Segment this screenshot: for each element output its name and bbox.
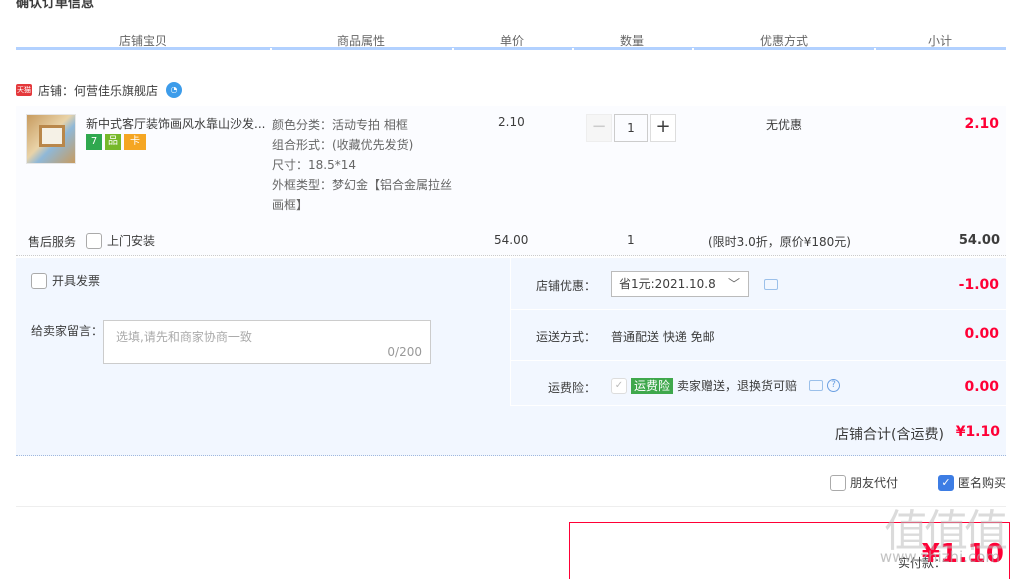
install-label: 上门安装 — [107, 234, 156, 248]
chevron-down-icon: ﹀ — [727, 277, 740, 291]
col-qty: 数量 — [619, 34, 644, 48]
service-price: 54.00 — [494, 233, 529, 247]
col-price: 单价 — [499, 34, 524, 48]
product-attributes: 颜色分类：活动专拍 相框 组合形式：(收藏优先发货) 尺寸：18.5*14 外框… — [272, 115, 458, 215]
message-char-count: 0/200 — [387, 345, 422, 359]
attr-frame-cont: 画框】 — [272, 198, 309, 212]
tmall-icon: 天猫 — [16, 84, 32, 96]
message-placeholder: 选填,请先和商家协商一致 — [116, 330, 252, 344]
seven-day-return-icon: 7 — [86, 134, 102, 150]
table-header: 店铺宝贝 商品属性 单价 数量 优惠方式 小计 — [16, 28, 1006, 51]
shipping-amount: 0.00 — [964, 326, 999, 342]
help-icon[interactable]: ? — [827, 379, 841, 392]
insurance-option: ✓ 运费险 卖家赠送，退换货可赔 ? — [611, 377, 841, 394]
anonymous-label: 匿名购买 — [958, 476, 1007, 490]
shop-discount-label: 店铺优惠： — [536, 279, 597, 293]
insurance-label: 运费险： — [548, 381, 597, 395]
service-qty: 1 — [627, 233, 635, 247]
qty-plus-button[interactable]: + — [650, 114, 676, 142]
attr-size: 尺寸：18.5*14 — [272, 158, 356, 172]
col-attributes: 商品属性 — [336, 34, 385, 48]
attr-color: 颜色分类：活动专拍 相框 — [272, 118, 408, 132]
invoice-option[interactable]: 开具发票 — [31, 272, 100, 289]
insurance-amount: 0.00 — [964, 379, 999, 395]
shop-name[interactable]: 店铺：何营佳乐旗舰店 — [38, 82, 158, 99]
wangwang-chat-icon[interactable]: ◔ — [166, 82, 183, 98]
invoice-checkbox[interactable] — [31, 272, 47, 289]
shop-total-amount: ¥1.10 — [955, 424, 1000, 440]
friend-pay-label: 朋友代付 — [850, 476, 899, 490]
shipping-value: 普通配送 快递 免邮 — [611, 330, 715, 344]
attr-frame: 外框类型：梦幻金【铝合金属拉丝 — [272, 178, 453, 192]
product-title[interactable]: 新中式客厅装饰画风水靠山沙发... — [86, 115, 268, 132]
product-thumbnail[interactable] — [26, 114, 76, 164]
card-icon: 卡 — [124, 134, 146, 150]
invoice-label: 开具发票 — [52, 274, 101, 288]
comment-icon[interactable] — [809, 380, 824, 391]
col-shop-item: 店铺宝贝 — [118, 34, 167, 48]
service-label: 售后服务 — [28, 235, 77, 249]
shop-total-label: 店铺合计(含运费) — [835, 427, 944, 443]
unit-price: 2.10 — [498, 115, 525, 129]
friend-pay-checkbox[interactable] — [830, 474, 846, 491]
watermark-url: www.zhizhi.com — [879, 548, 1000, 566]
install-checkbox[interactable] — [86, 232, 102, 249]
anonymous-checkbox[interactable]: ✓ — [938, 474, 954, 491]
shop-discount-selected: 省1元:2021.10.8 — [619, 277, 716, 291]
service-subtotal: 54.00 — [958, 233, 1000, 248]
product-badges: 7 品 卡 — [86, 134, 146, 150]
item-promo: 无优惠 — [766, 118, 803, 132]
qty-input[interactable]: 1 — [614, 114, 648, 142]
shipping-label: 运送方式： — [536, 330, 597, 344]
qty-minus-button[interactable]: − — [586, 114, 612, 142]
install-option[interactable]: 上门安装 — [86, 232, 155, 249]
service-promo: (限时3.0折，原价¥180元) — [708, 235, 851, 249]
shop-discount-select[interactable]: 省1元:2021.10.8 ﹀ — [611, 271, 749, 297]
friend-pay-option[interactable]: 朋友代付 — [830, 474, 898, 491]
shop-line: 天猫 店铺：何营佳乐旗舰店 ◔ — [16, 81, 183, 99]
section-title: 确认订单信息 — [16, 0, 95, 11]
col-subtotal: 小计 — [927, 34, 952, 48]
insurance-tag: 运费险 — [631, 377, 674, 394]
insurance-desc: 卖家赠送，退换货可赔 — [677, 379, 798, 393]
item-subtotal: 2.10 — [964, 116, 999, 132]
col-promo: 优惠方式 — [759, 34, 808, 48]
quantity-stepper: − 1 + — [586, 114, 676, 142]
quality-icon: 品 — [105, 134, 121, 150]
attr-combo: 组合形式：(收藏优先发货) — [272, 138, 414, 152]
anonymous-option[interactable]: ✓ 匿名购买 — [938, 474, 1006, 491]
message-input[interactable]: 选填,请先和商家协商一致 0/200 — [103, 320, 431, 364]
comment-icon[interactable] — [764, 279, 778, 290]
message-label: 给卖家留言： — [31, 324, 104, 338]
insurance-checkbox: ✓ — [611, 377, 627, 394]
shop-discount-amount: -1.00 — [958, 277, 999, 293]
